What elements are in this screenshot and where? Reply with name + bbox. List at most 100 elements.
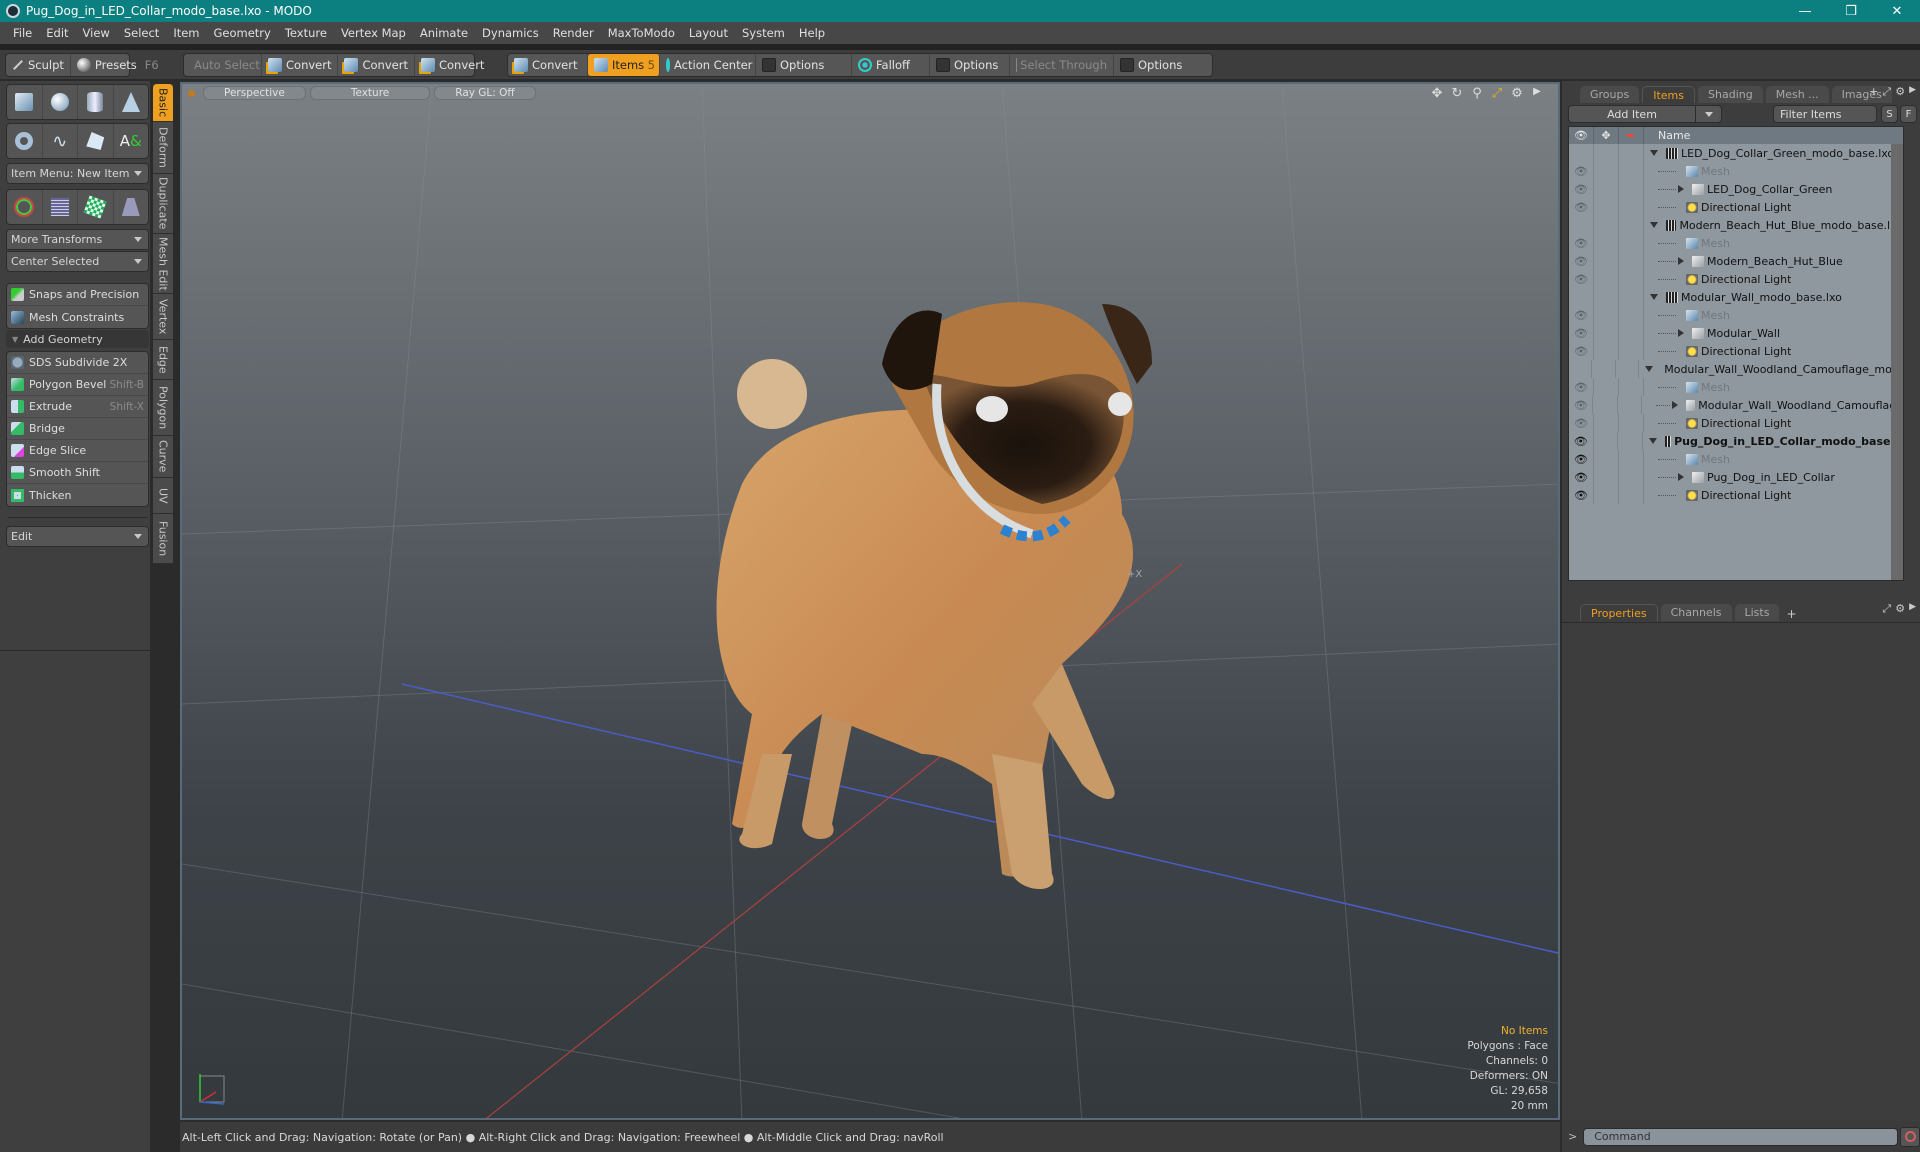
menu-geometry[interactable]: Geometry [207, 26, 278, 40]
tool-bridge[interactable]: Bridge [7, 418, 148, 440]
pan-icon[interactable]: ✥ [1430, 86, 1444, 101]
item-row[interactable]: 👁 Mesh [1569, 234, 1903, 252]
visibility-eye-icon[interactable]: 👁 [1569, 270, 1594, 288]
presets-button[interactable]: Presets F6 [71, 54, 165, 76]
convert-button[interactable]: Convert [508, 54, 588, 76]
visibility-eye-icon[interactable]: 👁 [1569, 432, 1594, 450]
lock-cell[interactable] [1594, 450, 1619, 468]
lock-cell[interactable] [1594, 216, 1619, 234]
3d-viewport[interactable]: Perspective Texture Ray GL: Off ✥ ↻ ⚲ ⤢ … [180, 82, 1560, 1120]
expand-triangle-icon[interactable] [1649, 222, 1658, 228]
vtab-mesh-edit[interactable]: Mesh Edit [153, 234, 173, 294]
axis-cell[interactable] [1619, 252, 1644, 270]
lock-cell[interactable] [1594, 414, 1619, 432]
lock-cell[interactable] [1594, 144, 1619, 162]
lock-cell[interactable] [1594, 432, 1618, 450]
more-arrow-icon[interactable]: ▶ [1909, 85, 1916, 99]
item-row[interactable]: 👁 Directional Light [1569, 414, 1903, 432]
visibility-column-eye-icon[interactable]: 👁 [1569, 127, 1594, 144]
axis-cell[interactable] [1619, 234, 1644, 252]
snaps-and-precision-button[interactable]: Snaps and Precision [7, 284, 148, 306]
menu-texture[interactable]: Texture [278, 26, 334, 40]
lock-cell[interactable] [1594, 252, 1619, 270]
visibility-eye-icon[interactable]: 👁 [1569, 486, 1594, 504]
item-row[interactable]: 👁 Pug_Dog_in_LED_Collar [1569, 468, 1903, 486]
select-through-options-button[interactable]: Options [1114, 54, 1188, 76]
item-list-scrollbar[interactable] [1891, 144, 1903, 580]
raygl-button[interactable]: Ray GL: Off [434, 86, 536, 100]
axis-cell[interactable] [1619, 198, 1644, 216]
gear-icon[interactable]: ⚙ [1895, 85, 1905, 99]
capsule-primitive-button[interactable]: ∿ [43, 124, 78, 158]
s-filter-button[interactable]: S [1881, 105, 1898, 123]
item-row[interactable]: 👁 Directional Light [1569, 486, 1903, 504]
lock-cell[interactable] [1593, 396, 1618, 414]
item-row[interactable]: 👁 Mesh [1569, 306, 1903, 324]
vtab-duplicate[interactable]: Duplicate [153, 174, 173, 234]
vtab-curve[interactable]: Curve [153, 436, 173, 478]
axis-column-icon[interactable]: ➨ [1619, 127, 1644, 144]
visibility-eye-icon[interactable]: 👁 [1569, 306, 1594, 324]
item-row[interactable]: 👁 Modern_Beach_Hut_Blue [1569, 252, 1903, 270]
f-filter-button[interactable]: F [1900, 105, 1917, 123]
falloff-button[interactable]: Falloff [852, 54, 930, 76]
visibility-eye-icon[interactable]: 👁 [1569, 396, 1594, 414]
add-tab-icon[interactable]: + [1786, 607, 1796, 621]
tab-shading[interactable]: Shading [1698, 86, 1763, 103]
command-input[interactable]: Command [1583, 1127, 1899, 1146]
cone-primitive-button[interactable] [114, 85, 149, 119]
visibility-eye-icon[interactable]: 👁 [1569, 198, 1594, 216]
visibility-eye-icon[interactable]: 👁 [1569, 468, 1594, 486]
shading-texture-button[interactable]: Texture [309, 86, 431, 100]
axis-cell[interactable] [1616, 360, 1640, 378]
item-row[interactable]: 👁 Mesh [1569, 162, 1903, 180]
expand-triangle-icon[interactable] [1645, 366, 1654, 372]
vtab-vertex[interactable]: Vertex [153, 294, 173, 340]
visibility-eye-icon[interactable]: 👁 [1569, 324, 1594, 342]
item-row[interactable]: Modular_Wall_modo_base.lxo [1569, 288, 1903, 306]
visibility-eye-icon[interactable] [1569, 144, 1594, 162]
add-tab-icon[interactable]: + [1869, 85, 1878, 99]
visibility-eye-icon[interactable]: 👁 [1569, 378, 1594, 396]
gear-icon[interactable]: ⚙ [1510, 86, 1524, 101]
menu-help[interactable]: Help [792, 26, 832, 40]
menu-render[interactable]: Render [546, 26, 601, 40]
axis-cell[interactable] [1619, 324, 1644, 342]
menu-maxtomodo[interactable]: MaxToModo [601, 26, 682, 40]
visibility-eye-icon[interactable]: 👁 [1569, 450, 1594, 468]
tool-sds-subdivide[interactable]: SDS Subdivide 2X [7, 352, 148, 374]
view-perspective-button[interactable]: Perspective [203, 86, 306, 100]
axis-cell[interactable] [1619, 342, 1644, 360]
items-mode-button[interactable]: Items 5 [588, 54, 660, 76]
expand-triangle-icon[interactable] [1678, 185, 1684, 193]
tab-properties[interactable]: Properties [1580, 604, 1658, 621]
tab-items[interactable]: Items [1642, 86, 1696, 103]
tab-channels[interactable]: Channels [1660, 604, 1732, 621]
add-item-dropdown[interactable]: Add Item [1568, 105, 1722, 123]
mesh-deform-button[interactable] [43, 190, 78, 224]
vtab-uv[interactable]: UV [153, 478, 173, 514]
expand-triangle-icon[interactable] [1678, 473, 1684, 481]
lock-cell[interactable] [1594, 486, 1619, 504]
item-row[interactable]: 👁 Mesh [1569, 378, 1903, 396]
tab-groups[interactable]: Groups [1580, 86, 1640, 103]
visibility-eye-icon[interactable] [1569, 288, 1594, 306]
maximize-icon[interactable]: ⤢ [1882, 85, 1891, 99]
cube-primitive-button[interactable] [7, 85, 43, 119]
select-through-button[interactable]: Select Through [1010, 54, 1114, 76]
vtab-edge[interactable]: Edge [153, 340, 173, 380]
gear-icon[interactable]: ⚙ [1895, 602, 1905, 616]
convert-polygons-button[interactable]: Convert [415, 54, 490, 76]
item-row[interactable]: LED_Dog_Collar_Green_modo_base.lxo [1569, 144, 1903, 162]
vtab-deform[interactable]: Deform [153, 122, 173, 174]
more-arrow-icon[interactable]: ▶ [1530, 86, 1544, 101]
action-center-button[interactable]: Action Center [660, 54, 756, 76]
axis-cell[interactable] [1619, 144, 1644, 162]
expand-triangle-icon[interactable] [1650, 150, 1658, 156]
lock-cell[interactable] [1594, 270, 1619, 288]
add-geometry-section[interactable]: ▼ Add Geometry [6, 330, 149, 348]
item-row[interactable]: 👁 Directional Light [1569, 342, 1903, 360]
axis-cell[interactable] [1619, 306, 1644, 324]
vtab-polygon[interactable]: Polygon [153, 380, 173, 436]
axis-cell[interactable] [1619, 450, 1644, 468]
